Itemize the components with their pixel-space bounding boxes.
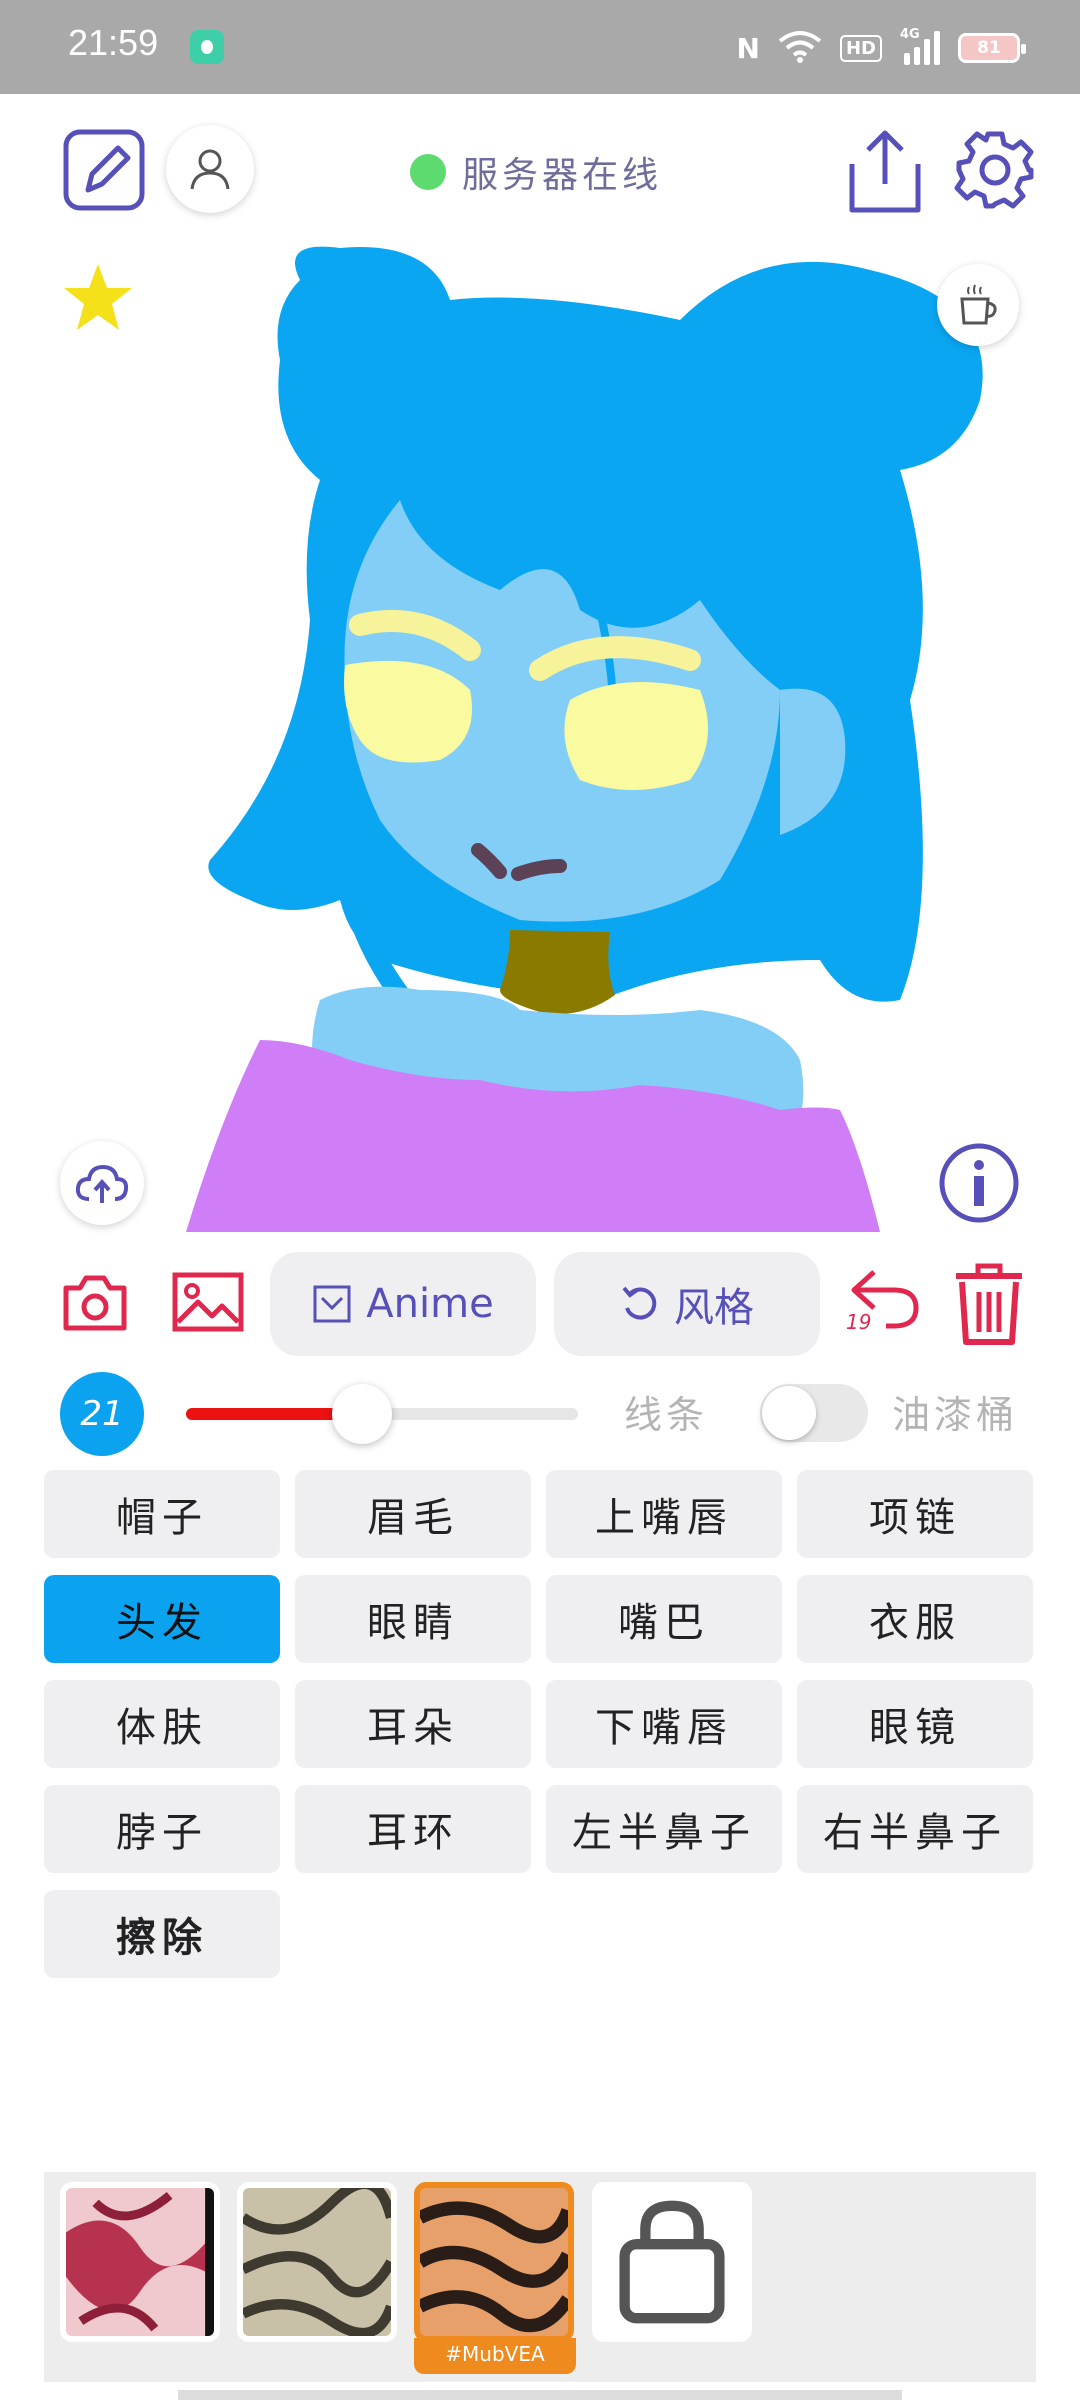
part-button[interactable]: 体肤 bbox=[44, 1680, 280, 1768]
part-button[interactable]: 头发 bbox=[44, 1575, 280, 1663]
part-button[interactable]: 眼镜 bbox=[797, 1680, 1033, 1768]
toggle-knob bbox=[762, 1386, 816, 1440]
settings-button[interactable] bbox=[953, 128, 1037, 216]
shopping-bag-icon bbox=[619, 2200, 725, 2324]
share-icon bbox=[849, 130, 921, 213]
part-button[interactable]: 衣服 bbox=[797, 1575, 1033, 1663]
character-drawing bbox=[186, 246, 983, 1232]
part-button[interactable]: 耳环 bbox=[295, 1785, 531, 1873]
anime-label: Anime bbox=[366, 1281, 494, 1327]
undo-count: 19 bbox=[846, 1310, 872, 1334]
style-image-red bbox=[66, 2188, 214, 2336]
checkbox-icon bbox=[313, 1285, 351, 1323]
part-button[interactable]: 眼睛 bbox=[295, 1575, 531, 1663]
coffee-cup-icon bbox=[960, 284, 997, 325]
paint-bucket-toggle[interactable] bbox=[760, 1384, 868, 1442]
server-status-text: 服务器在线 bbox=[462, 155, 663, 196]
wifi-icon bbox=[778, 29, 822, 67]
status-bar: 21:59 N HD 4G 81 bbox=[0, 0, 1080, 94]
gear-icon bbox=[954, 131, 1034, 209]
part-button[interactable]: 项链 bbox=[797, 1470, 1033, 1558]
part-button[interactable]: 上嘴唇 bbox=[546, 1470, 782, 1558]
style-image-stone bbox=[243, 2188, 391, 2336]
part-button[interactable]: 右半鼻子 bbox=[797, 1785, 1033, 1873]
user-icon bbox=[190, 149, 230, 190]
gallery-image-icon[interactable] bbox=[172, 1272, 244, 1332]
status-time: 21:59 bbox=[68, 22, 159, 63]
refresh-icon bbox=[622, 1286, 657, 1320]
hd-badge: HD bbox=[839, 34, 882, 62]
bottom-scroll-indicator bbox=[178, 2390, 902, 2400]
app-notification-icon bbox=[190, 30, 224, 64]
paint-bucket-label: 油漆桶 bbox=[892, 1393, 1019, 1437]
share-button[interactable] bbox=[848, 128, 922, 218]
parts-grid: 帽子 眉毛 上嘴唇 项链头发 眼睛 嘴巴 衣服体肤 耳朵 下嘴唇 眼镜脖子 耳环 左半鼻子 右半鼻子擦除 bbox=[44, 1470, 1036, 1978]
style-thumb-stone[interactable] bbox=[237, 2182, 397, 2342]
brush-size-slider[interactable] bbox=[186, 1384, 578, 1444]
cloud-upload-icon bbox=[75, 1164, 129, 1203]
cloud-upload-button[interactable] bbox=[60, 1141, 144, 1225]
edit-sketch-button[interactable] bbox=[62, 128, 146, 216]
selected-style-tag: #MubVEA bbox=[414, 2338, 576, 2374]
style-thumb-tiger[interactable] bbox=[414, 2182, 574, 2342]
part-button[interactable]: 脖子 bbox=[44, 1785, 280, 1873]
part-button[interactable]: 下嘴唇 bbox=[546, 1680, 782, 1768]
slider-thumb[interactable] bbox=[332, 1384, 393, 1444]
style-thumb-red[interactable] bbox=[60, 2182, 220, 2342]
part-button[interactable]: 擦除 bbox=[44, 1890, 280, 1978]
battery-level: 81 bbox=[977, 38, 1001, 58]
signal-icon: 4G bbox=[900, 27, 940, 65]
info-icon[interactable] bbox=[938, 1142, 1020, 1224]
user-button[interactable] bbox=[166, 125, 254, 213]
style-reset-button[interactable]: 风格 bbox=[554, 1252, 820, 1356]
edit-icon bbox=[63, 129, 145, 211]
drawing-canvas[interactable] bbox=[0, 230, 1080, 1235]
brush-size[interactable]: 21 bbox=[60, 1372, 144, 1456]
favorite-star-icon[interactable] bbox=[60, 260, 136, 336]
line-mode-label: 线条 bbox=[624, 1393, 709, 1437]
style-image-tiger bbox=[420, 2188, 568, 2336]
part-button[interactable]: 耳朵 bbox=[295, 1680, 531, 1768]
status-icons: N HD 4G 81 bbox=[736, 27, 1026, 68]
network-type: 4G bbox=[900, 27, 920, 42]
camera-icon[interactable] bbox=[62, 1272, 128, 1332]
trash-icon[interactable] bbox=[952, 1262, 1026, 1346]
style-label: 风格 bbox=[674, 1285, 754, 1331]
part-button[interactable]: 左半鼻子 bbox=[546, 1785, 782, 1873]
part-button[interactable]: 眉毛 bbox=[295, 1470, 531, 1558]
coffee-button[interactable] bbox=[937, 264, 1019, 346]
server-status: 服务器在线 bbox=[410, 146, 662, 198]
nfc-icon: N bbox=[736, 31, 760, 65]
part-button[interactable]: 帽子 bbox=[44, 1470, 280, 1558]
online-indicator bbox=[410, 154, 446, 190]
style-store-button[interactable] bbox=[592, 2182, 752, 2342]
part-button[interactable]: 嘴巴 bbox=[546, 1575, 782, 1663]
anime-model-button[interactable]: Anime bbox=[270, 1252, 536, 1356]
battery-icon: 81 bbox=[958, 33, 1026, 63]
